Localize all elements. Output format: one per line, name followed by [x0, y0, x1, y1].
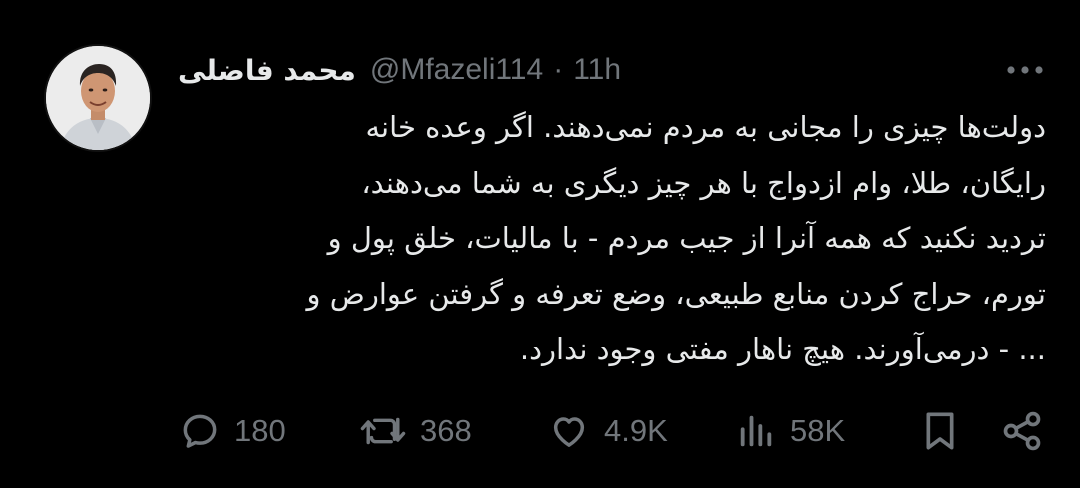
tweet-header: محمد فاضلی @Mfazeli114 · 11h [178, 48, 621, 92]
tweet-text-line: دولت‌ها چیزی را مجانی به مردم نمی‌دهند. … [365, 110, 1047, 144]
reply-count: 180 [234, 413, 286, 448]
views-count: 58K [790, 413, 846, 448]
tweet-text-line: تردید نکنید که همه آنرا از جیب مردم - با… [327, 221, 1046, 255]
profile-photo [46, 46, 150, 150]
bookmark-button[interactable] [920, 405, 960, 457]
more-icon [1007, 66, 1043, 74]
header-separator: · [553, 53, 564, 86]
tweet-action-bar: 180 368 4.9K 58K [180, 405, 1050, 457]
views-button[interactable]: 58K [736, 405, 845, 457]
retweet-button[interactable]: 368 [360, 405, 472, 457]
bookmark-icon [926, 412, 954, 450]
tweet-text-line: تورم، حراج کردن منابع طبیعی، وضع تعرفه و… [306, 276, 1046, 311]
tweet: محمد فاضلی @Mfazeli114 · 11h دولت‌ها چیز… [0, 0, 1080, 488]
like-icon [553, 417, 585, 447]
share-icon [1003, 411, 1041, 451]
like-count: 4.9K [604, 413, 668, 448]
tweet-text-line: ... - درمی‌آورند. هیچ ناهار مفتی وجود ند… [519, 332, 1046, 366]
author-handle[interactable]: @Mfazeli114 [370, 53, 543, 87]
like-button[interactable]: 4.9K [548, 405, 668, 457]
reply-icon [183, 414, 217, 448]
tweet-text: دولت‌ها چیزی را مجانی به مردم نمی‌دهند. … [176, 100, 1046, 378]
more-options-button[interactable] [1002, 52, 1048, 88]
retweet-count: 368 [420, 413, 472, 448]
views-icon [740, 415, 772, 447]
tweet-text-line: رایگان، طلا، وام ازدواج با هر چیز دیگری … [361, 165, 1046, 200]
author-display-name[interactable]: محمد فاضلی [178, 54, 356, 87]
author-avatar[interactable] [46, 46, 150, 150]
reply-button[interactable]: 180 [180, 405, 286, 457]
share-button[interactable] [1000, 405, 1044, 457]
retweet-icon [360, 417, 406, 445]
tweet-timestamp[interactable]: 11h [573, 53, 621, 87]
